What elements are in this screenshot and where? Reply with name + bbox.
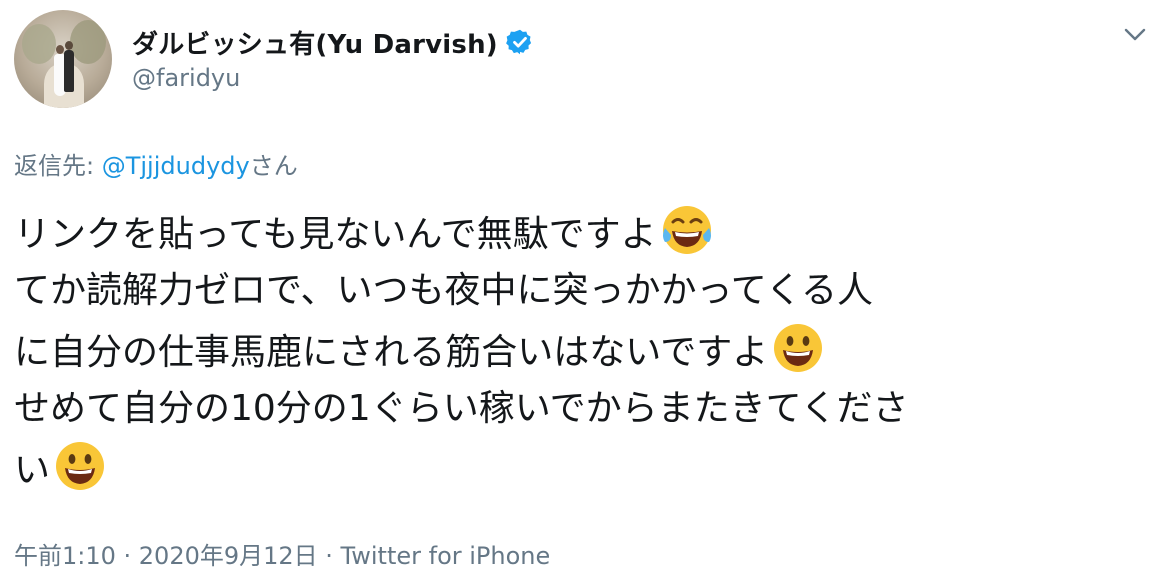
tweet-text: リンクを貼っても見ないんで無駄ですよ てか読解力ゼロで、いつも夜中に突っかかって… xyxy=(14,202,1164,497)
tweet-line: リンクを貼っても見ないんで無駄ですよ xyxy=(14,202,1164,261)
grinning-face-emoji xyxy=(56,442,105,490)
reply-suffix: さん xyxy=(249,152,298,180)
grinning-face-emoji xyxy=(774,324,823,372)
tweet-line-text: い xyxy=(14,450,51,491)
tweet-line-text: リンクを貼っても見ないんで無駄ですよ xyxy=(14,214,657,255)
author-handle[interactable]: @faridyu xyxy=(132,64,240,92)
author-name-row[interactable]: ダルビッシュ有(Yu Darvish) xyxy=(132,22,534,62)
reply-context: 返信先: @Tjjjdudydyさん xyxy=(14,146,298,181)
verified-badge-icon xyxy=(505,29,531,55)
reply-label: 返信先: xyxy=(14,152,102,180)
reply-mention-link[interactable]: @Tjjjdudydy xyxy=(102,152,250,180)
author-avatar[interactable] xyxy=(14,10,112,108)
tweet-line: に自分の仕事馬鹿にされる筋合いはないですよ xyxy=(14,320,1164,379)
tweet-line: い xyxy=(14,438,1164,497)
tweet-line-text: に自分の仕事馬鹿にされる筋合いはないですよ xyxy=(14,332,769,373)
author-display-name[interactable]: ダルビッシュ有(Yu Darvish) xyxy=(132,24,498,61)
tweet-line: せめて自分の10分の1ぐらい稼いでからまたきてくださ xyxy=(14,388,909,429)
tweet-line: てか読解力ゼロで、いつも夜中に突っかかってくる人 xyxy=(14,270,873,311)
tears-of-joy-emoji xyxy=(662,206,711,254)
tweet-timestamp-source[interactable]: 午前1:10 · 2020年9月12日 · Twitter for iPhone xyxy=(14,536,550,571)
chevron-down-icon[interactable] xyxy=(1122,26,1148,44)
